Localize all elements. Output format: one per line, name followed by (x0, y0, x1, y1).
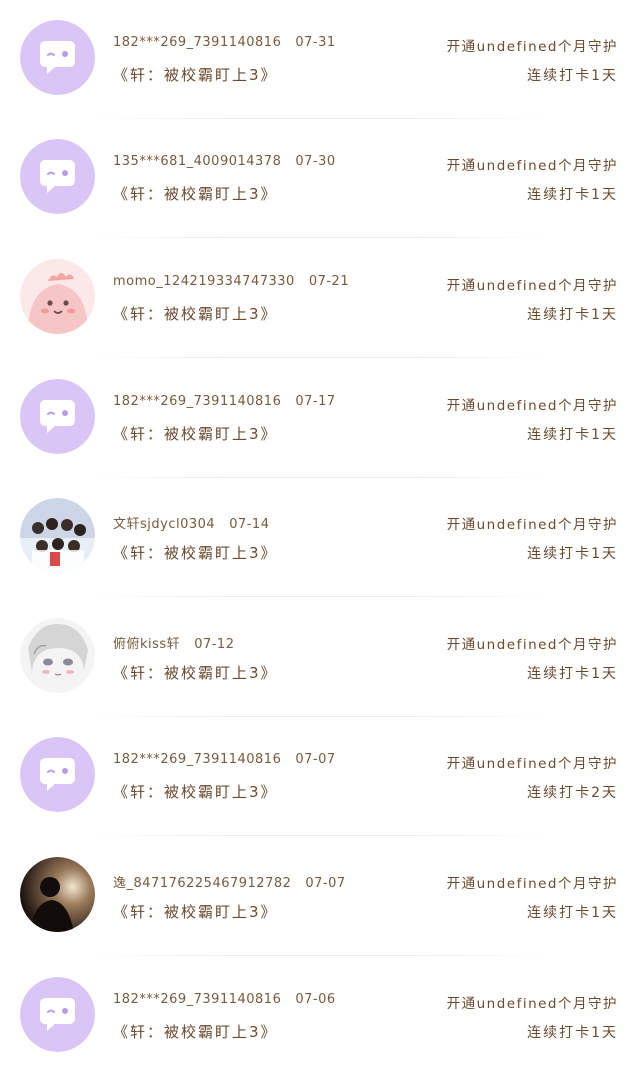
avatar-default-chat-icon[interactable] (20, 737, 95, 812)
list-item[interactable]: 182***269_7391140816 07-07 《轩：被校霸盯上3》 开通u… (0, 717, 640, 836)
user-meta: 135***681_4009014378 07-30 (113, 154, 336, 169)
checkin-streak: 连续打卡1天 (527, 68, 618, 84)
avatar-default-chat-icon[interactable] (20, 20, 95, 95)
avatar-silhouette-sunset[interactable] (20, 857, 95, 932)
guard-status: 开通undefined个月守护 (446, 398, 618, 414)
user-meta: 文轩sjdycl0304 07-14 (113, 513, 269, 532)
book-title: 《轩：被校霸盯上3》 (113, 903, 278, 921)
user-meta: 俯俯kiss轩 07-12 (113, 633, 234, 652)
book-title: 《轩：被校霸盯上3》 (113, 185, 278, 203)
checkin-streak: 连续打卡1天 (527, 427, 618, 443)
date: 07-07 (305, 876, 346, 891)
user-meta: 逸_847176225467912782 07-07 (113, 872, 346, 891)
list-item[interactable]: momo_124219334747330 07-21 《轩：被校霸盯上3》 开通u… (0, 239, 640, 358)
date: 07-06 (295, 992, 336, 1007)
username: 182***269_7391140816 (113, 992, 282, 1007)
date: 07-17 (295, 394, 336, 409)
book-title: 《轩：被校霸盯上3》 (113, 1023, 278, 1041)
checkin-streak: 连续打卡2天 (527, 785, 618, 801)
avatar-pink-creature[interactable] (20, 259, 95, 334)
guard-status: 开通undefined个月守护 (446, 517, 618, 533)
book-title: 《轩：被校霸盯上3》 (113, 544, 278, 562)
list-item[interactable]: 文轩sjdycl0304 07-14 《轩：被校霸盯上3》 开通undefined… (0, 478, 640, 597)
book-title: 《轩：被校霸盯上3》 (113, 305, 278, 323)
book-title: 《轩：被校霸盯上3》 (113, 425, 278, 443)
checkin-streak: 连续打卡1天 (527, 905, 618, 921)
user-meta: 182***269_7391140816 07-07 (113, 752, 336, 767)
divider (90, 596, 550, 597)
list-item[interactable]: 135***681_4009014378 07-30 《轩：被校霸盯上3》 开通u… (0, 119, 640, 238)
username: 182***269_7391140816 (113, 35, 282, 50)
username: 135***681_4009014378 (113, 154, 282, 169)
user-meta: 182***269_7391140816 07-31 (113, 35, 336, 50)
divider (90, 357, 550, 358)
list-item[interactable]: 182***269_7391140816 07-31 《轩：被校霸盯上3》 开通u… (0, 0, 640, 119)
list-item[interactable]: 182***269_7391140816 07-17 《轩：被校霸盯上3》 开通u… (0, 359, 640, 478)
avatar-default-chat-icon[interactable] (20, 977, 95, 1052)
date: 07-07 (295, 752, 336, 767)
list-item[interactable]: 俯俯kiss轩 07-12 《轩：被校霸盯上3》 开通undefined个月守护 … (0, 598, 640, 717)
divider (90, 237, 550, 238)
checkin-streak: 连续打卡1天 (527, 187, 618, 203)
username: 俯俯kiss轩 (113, 637, 181, 652)
guard-status: 开通undefined个月守护 (446, 996, 618, 1012)
username: 逸_847176225467912782 (113, 876, 292, 891)
username: 182***269_7391140816 (113, 752, 282, 767)
guard-status: 开通undefined个月守护 (446, 278, 618, 294)
date: 07-30 (295, 154, 336, 169)
list-item[interactable]: 182***269_7391140816 07-06 《轩：被校霸盯上3》 开通u… (0, 957, 640, 1076)
guard-status: 开通undefined个月守护 (446, 637, 618, 653)
avatar-group-photo[interactable] (20, 498, 95, 573)
date: 07-14 (229, 517, 270, 532)
divider (90, 955, 550, 956)
user-meta: momo_124219334747330 07-21 (113, 274, 349, 289)
username: 182***269_7391140816 (113, 394, 282, 409)
avatar-default-chat-icon[interactable] (20, 139, 95, 214)
username: 文轩sjdycl0304 (113, 517, 216, 532)
user-meta: 182***269_7391140816 07-17 (113, 394, 336, 409)
guard-status: 开通undefined个月守护 (446, 39, 618, 55)
user-meta: 182***269_7391140816 07-06 (113, 992, 336, 1007)
checkin-streak: 连续打卡1天 (527, 307, 618, 323)
checkin-streak: 连续打卡1天 (527, 546, 618, 562)
guard-status: 开通undefined个月守护 (446, 876, 618, 892)
date: 07-21 (308, 274, 350, 289)
checkin-streak: 连续打卡1天 (527, 1025, 618, 1041)
list-item[interactable]: 逸_847176225467912782 07-07 《轩：被校霸盯上3》 开通u… (0, 837, 640, 956)
book-title: 《轩：被校霸盯上3》 (113, 783, 278, 801)
book-title: 《轩：被校霸盯上3》 (113, 66, 278, 84)
date: 07-31 (295, 35, 336, 50)
avatar-default-chat-icon[interactable] (20, 379, 95, 454)
book-title: 《轩：被校霸盯上3》 (113, 664, 278, 682)
date: 07-12 (194, 637, 235, 652)
checkin-streak: 连续打卡1天 (527, 666, 618, 682)
divider (90, 835, 550, 836)
guard-status: 开通undefined个月守护 (446, 756, 618, 772)
avatar-anime-girl[interactable] (20, 618, 95, 693)
username: momo_124219334747330 (113, 274, 295, 289)
guard-status: 开通undefined个月守护 (446, 158, 618, 174)
